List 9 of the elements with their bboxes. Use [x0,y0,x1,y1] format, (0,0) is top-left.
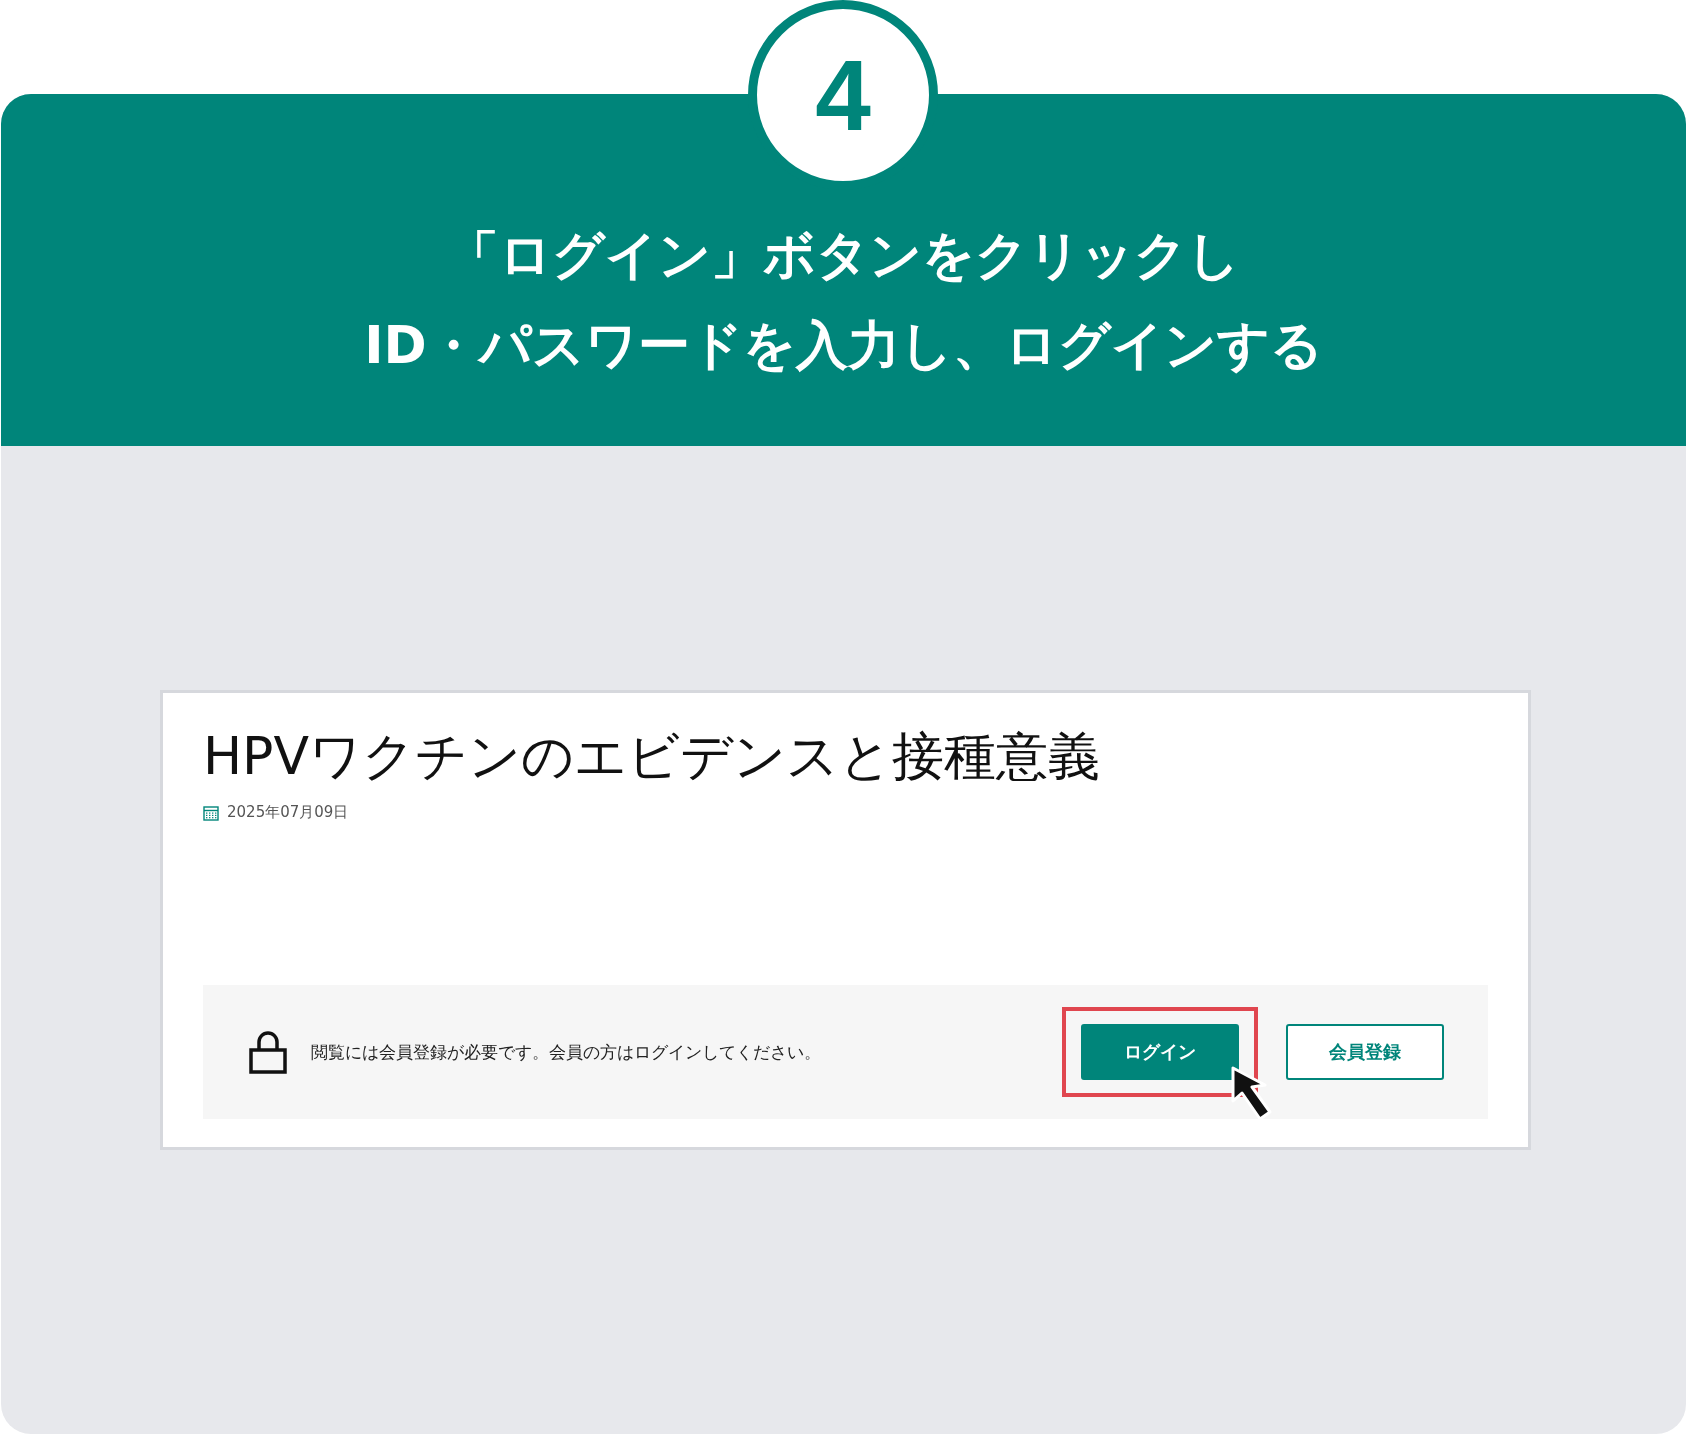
register-button[interactable]: 会員登録 [1286,1024,1444,1080]
login-button[interactable]: ログイン [1081,1024,1239,1080]
step-title: 「ログイン」ボタンをクリックし [447,224,1240,286]
notice-message: 閲覧には会員登録が必要です。会員の方はログインしてください。 [311,1040,821,1064]
calendar-icon [203,804,219,821]
article-title: HPVワクチンのエビデンスと接種意義 [203,725,1102,788]
article-date: 2025年07月09日 [227,803,349,822]
step-title: ID・パスワードを入力し、ログインする [364,314,1323,376]
lock-icon [249,1030,287,1074]
